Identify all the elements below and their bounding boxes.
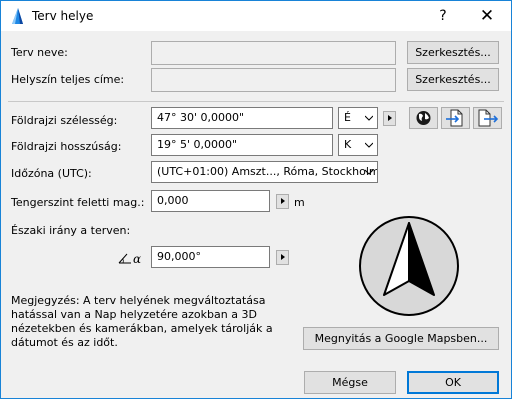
latitude-stepper-button[interactable] xyxy=(383,111,396,126)
altitude-unit: m xyxy=(294,196,305,209)
longitude-hemisphere-select[interactable]: K xyxy=(338,134,378,156)
project-name-edit-button[interactable]: Szerkesztés... xyxy=(407,41,499,64)
angle-symbol: α xyxy=(133,252,141,265)
longitude-input[interactable]: 19° 5' 0,0000" xyxy=(151,134,333,156)
project-name-label: Terv neve: xyxy=(11,46,68,59)
altitude-input[interactable]: 0,000 xyxy=(151,190,270,212)
latitude-hemisphere-value: É xyxy=(344,111,351,124)
north-angle-input[interactable]: 90,000° xyxy=(151,246,270,268)
chevron-down-icon xyxy=(365,142,373,148)
title-bar: Terv helye ? ✕ xyxy=(1,1,511,31)
import-location-button[interactable] xyxy=(441,107,470,129)
north-angle-stepper-button[interactable] xyxy=(276,250,289,265)
timezone-value: (UTC+01:00) Amszt..., Róma, Stockholm xyxy=(157,165,378,178)
timezone-select[interactable]: (UTC+01:00) Amszt..., Róma, Stockholm xyxy=(151,161,378,183)
export-location-icon xyxy=(478,109,499,127)
chevron-down-icon xyxy=(365,115,373,121)
close-button[interactable]: ✕ xyxy=(467,1,507,31)
longitude-hemisphere-value: K xyxy=(344,138,352,151)
latitude-label: Földrajzi szélesség: xyxy=(11,114,118,127)
globe-icon xyxy=(416,111,431,125)
north-compass-icon[interactable] xyxy=(358,215,460,317)
latitude-hemisphere-select[interactable]: É xyxy=(338,107,378,129)
project-location-dialog: Terv helye ? ✕ Terv neve: Szerkesztés...… xyxy=(0,0,512,399)
help-button[interactable]: ? xyxy=(423,1,463,31)
chevron-down-icon xyxy=(365,169,373,175)
cancel-button[interactable]: Mégse xyxy=(304,371,396,394)
separator xyxy=(8,101,504,102)
import-location-icon xyxy=(446,109,463,127)
longitude-label: Földrajzi hosszúság: xyxy=(11,140,122,153)
open-google-maps-button[interactable]: Megnyitás a Google Mapsben... xyxy=(303,327,499,350)
archicad-icon xyxy=(12,8,23,24)
export-location-button[interactable] xyxy=(473,107,502,129)
site-address-label: Helyszín teljes címe: xyxy=(11,73,125,86)
north-direction-label: Északi irány a terven: xyxy=(11,224,131,237)
altitude-stepper-button[interactable] xyxy=(276,194,289,209)
site-address-field[interactable] xyxy=(151,68,396,92)
dialog-title: Terv helye xyxy=(32,9,94,23)
latitude-input[interactable]: 47° 30' 0,0000" xyxy=(151,107,333,129)
note-text: Megjegyzés: A terv helyének megváltoztat… xyxy=(11,294,273,349)
project-name-field[interactable] xyxy=(151,41,396,65)
timezone-label: Időzóna (UTC): xyxy=(11,167,92,180)
ok-button[interactable]: OK xyxy=(407,371,499,394)
angle-icon: α xyxy=(118,252,141,265)
altitude-label: Tengerszint feletti mag.: xyxy=(11,196,145,209)
globe-button[interactable] xyxy=(409,107,438,129)
site-address-edit-button[interactable]: Szerkesztés... xyxy=(407,68,499,91)
